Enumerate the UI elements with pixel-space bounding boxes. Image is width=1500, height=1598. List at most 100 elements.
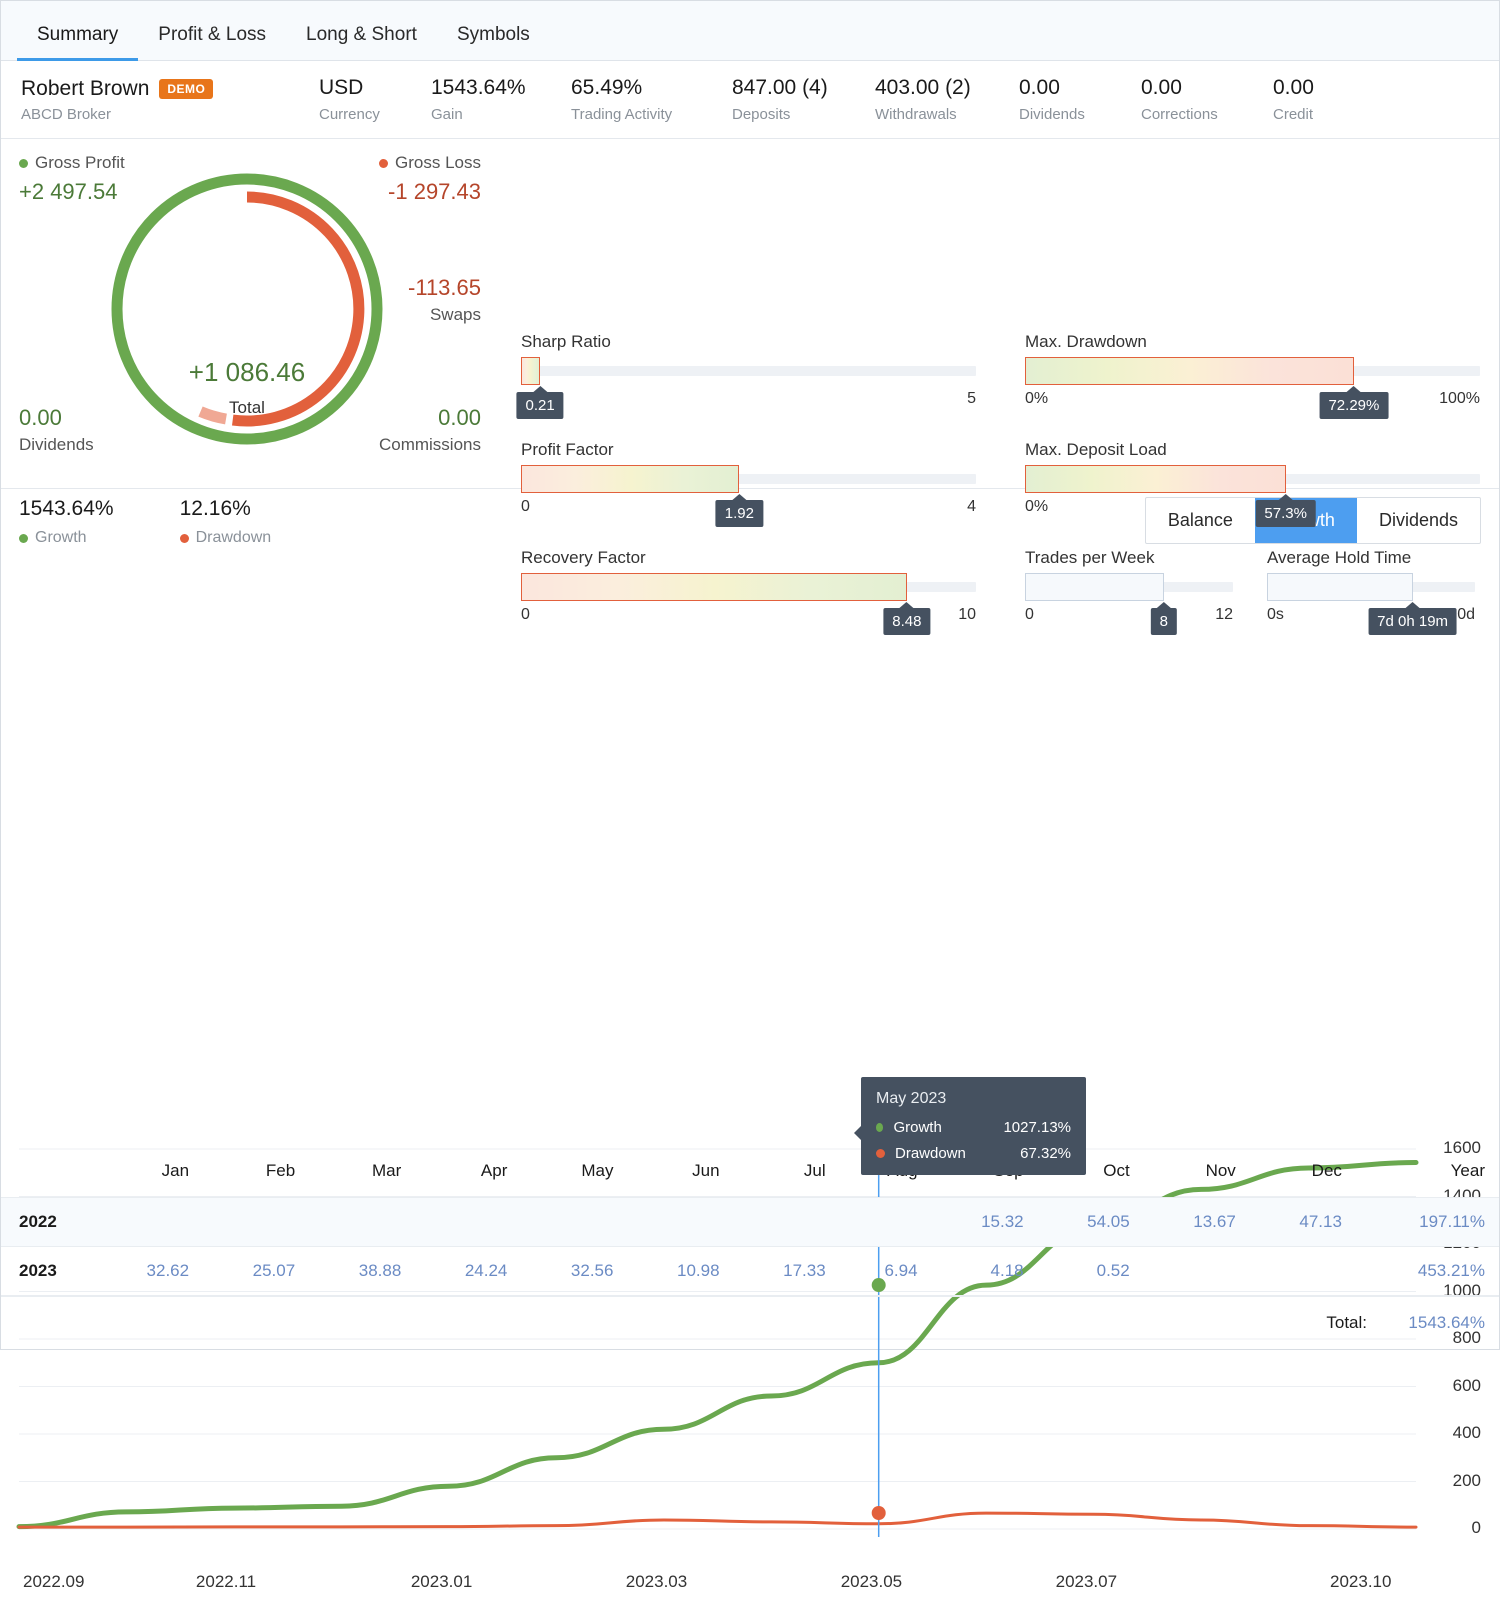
- stat-dividends-label: Dividends: [1019, 106, 1085, 123]
- x-tick-label: 2023.07: [1056, 1572, 1117, 1592]
- chart-mode-dividends[interactable]: Dividends: [1357, 498, 1480, 543]
- table-cell: [734, 1198, 840, 1247]
- table-cell: [309, 1198, 415, 1247]
- stat-credit-value: 0.00: [1273, 76, 1314, 100]
- gauge-min-label: 0%: [1025, 390, 1048, 408]
- tab-summary[interactable]: Summary: [17, 25, 138, 60]
- gauge-title: Max. Deposit Load: [1025, 440, 1480, 460]
- table-header-row: JanFebMarAprMayJunJulAugSepOctNovDecYear: [1, 1151, 1499, 1198]
- y-tick-label: 0: [1472, 1518, 1481, 1538]
- gauge-track[interactable]: 72.29%: [1025, 366, 1480, 376]
- y-tick-label: 400: [1453, 1423, 1481, 1443]
- stat-deposits: 847.00 (4) Deposits: [732, 76, 828, 123]
- legend-growth-dot: [19, 534, 28, 543]
- table-row-year: 2023: [1, 1247, 97, 1296]
- legend-growth-value: 1543.64%: [19, 497, 114, 521]
- gauge-max-label: 5: [967, 390, 976, 408]
- gauge-value-bubble: 8: [1151, 608, 1177, 635]
- table-total-row: Total: 1543.64%: [1, 1296, 1499, 1343]
- gauge-fill: [1025, 357, 1354, 385]
- table-year-total-header: Year: [1356, 1151, 1499, 1198]
- stat-currency: USD Currency: [319, 76, 380, 123]
- stat-credit-label: Credit: [1273, 106, 1314, 123]
- table-year-total: 453.21%: [1356, 1247, 1499, 1296]
- table-cell: 24.24: [415, 1247, 521, 1296]
- stat-currency-value: USD: [319, 76, 380, 100]
- gauges-panel: Sharp Ratio0.2105Profit Factor1.9204Reco…: [1, 139, 1500, 489]
- table-month-header: Nov: [1144, 1151, 1250, 1198]
- gauge-track[interactable]: 0.21: [521, 366, 976, 376]
- legend-growth: 1543.64% Growth: [19, 497, 114, 547]
- metrics-section: Gross Profit +2 497.54 Gross Loss -1 297…: [1, 139, 1499, 489]
- table-month-header: Dec: [1250, 1151, 1356, 1198]
- tooltip-row-growth: Growth 1027.13%: [876, 1119, 1071, 1136]
- tab-symbols[interactable]: Symbols: [437, 25, 550, 60]
- gauge-value-bubble: 8.48: [883, 608, 930, 635]
- tab-long-short[interactable]: Long & Short: [286, 25, 437, 60]
- table-cell: [415, 1198, 521, 1247]
- gauge-track[interactable]: 57.3%: [1025, 474, 1480, 484]
- y-tick-label: 600: [1453, 1376, 1481, 1396]
- table-body: 202215.3254.0513.6747.13197.11%202332.62…: [1, 1198, 1499, 1296]
- tooltip-growth-value: 1027.13%: [1003, 1119, 1071, 1136]
- table-month-header: Jun: [627, 1151, 733, 1198]
- gauge-value-bubble: 7d 0h 19m: [1368, 608, 1457, 635]
- tooltip-drawdown-value: 67.32%: [1005, 1145, 1071, 1162]
- total-value: 1543.64%: [1389, 1313, 1485, 1333]
- x-tick-label: 2023.03: [626, 1572, 687, 1592]
- summary-page: Summary Profit & Loss Long & Short Symbo…: [0, 0, 1500, 1350]
- chart-x-axis: 2022.092022.112023.012023.032023.052023.…: [1, 1572, 1499, 1598]
- gauge-track[interactable]: 1.92: [521, 474, 976, 484]
- stat-trading-activity-value: 65.49%: [571, 76, 672, 100]
- table-cell: [1144, 1247, 1250, 1296]
- account-name: Robert Brown: [21, 77, 149, 101]
- gauge-axis: 05: [521, 390, 976, 408]
- table-cell: 17.33: [734, 1247, 840, 1296]
- gauge-value-bubble: 57.3%: [1255, 500, 1316, 527]
- stat-dividends-value: 0.00: [1019, 76, 1085, 100]
- stat-corrections: 0.00 Corrections: [1141, 76, 1218, 123]
- stat-credit: 0.00 Credit: [1273, 76, 1314, 123]
- table-month-header: Apr: [415, 1151, 521, 1198]
- stat-gain-label: Gain: [431, 106, 526, 123]
- legend-growth-label: Growth: [35, 529, 87, 547]
- table-row: 202215.3254.0513.6747.13197.11%: [1, 1198, 1499, 1247]
- monthly-returns-table: JanFebMarAprMayJunJulAugSepOctNovDecYear…: [1, 1151, 1499, 1343]
- broker-name: ABCD Broker: [21, 106, 321, 123]
- table-cell: 4.18: [932, 1247, 1038, 1296]
- gauge-title: Max. Drawdown: [1025, 332, 1480, 352]
- table-cell: [521, 1198, 627, 1247]
- tooltip-title: May 2023: [876, 1090, 1071, 1108]
- y-tick-label: 200: [1453, 1471, 1481, 1491]
- table-month-header: Jul: [734, 1151, 840, 1198]
- table-month-header: Mar: [309, 1151, 415, 1198]
- tab-profit-loss[interactable]: Profit & Loss: [138, 25, 286, 60]
- chart-mode-balance[interactable]: Balance: [1146, 498, 1255, 543]
- legend-drawdown-dot: [180, 534, 189, 543]
- table-month-header: Feb: [203, 1151, 309, 1198]
- legend-drawdown-value: 12.16%: [180, 497, 272, 521]
- legend-drawdown-label: Drawdown: [196, 529, 272, 547]
- table-cell: 32.56: [521, 1247, 627, 1296]
- stat-deposits-label: Deposits: [732, 106, 828, 123]
- gauge-axis: 0%100%: [1025, 390, 1480, 408]
- stat-withdrawals-value: 403.00 (2): [875, 76, 971, 100]
- table-year-total: 197.11%: [1356, 1198, 1499, 1247]
- tooltip-growth-dot: [876, 1123, 883, 1132]
- total-label: Total:: [1326, 1313, 1367, 1333]
- table-cell: 13.67: [1144, 1198, 1250, 1247]
- tab-bar: Summary Profit & Loss Long & Short Symbo…: [1, 1, 1499, 61]
- account-identity: Robert Brown DEMO ABCD Broker: [21, 77, 321, 123]
- table-cell: 38.88: [309, 1247, 415, 1296]
- table-cell: 15.32: [932, 1198, 1038, 1247]
- x-tick-label: 2023.01: [411, 1572, 472, 1592]
- gauge-max-drawdown: Max. Drawdown 72.29% 0%100%: [1025, 332, 1480, 408]
- account-header: Robert Brown DEMO ABCD Broker USD Curren…: [1, 61, 1499, 139]
- stat-currency-label: Currency: [319, 106, 380, 123]
- gauge-title: Sharp Ratio: [521, 332, 976, 352]
- gauge-fill: [521, 357, 540, 385]
- table-cell: 6.94: [840, 1247, 932, 1296]
- table-cell: [840, 1198, 932, 1247]
- stat-gain-value: 1543.64%: [431, 76, 526, 100]
- table-cell: 32.62: [97, 1247, 203, 1296]
